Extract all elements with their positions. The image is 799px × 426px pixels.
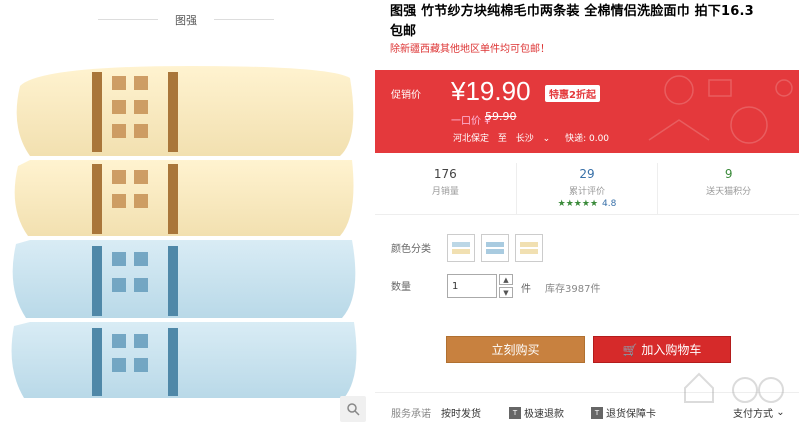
stat-points: 9 送天猫积分 — [657, 163, 799, 214]
price-panel: 促销价 ¥19.90 特惠2折起 一口价 ¥ 59.90 河北保定 至 长沙 ⌄… — [375, 70, 799, 153]
quantity-decrease-button[interactable]: ▼ — [499, 287, 513, 298]
stat-reviews[interactable]: 29 累计评价 ★★★★★ 4.8 — [515, 163, 658, 214]
color-label: 颜色分类 — [391, 244, 431, 255]
color-swatches — [447, 234, 543, 262]
current-price: ¥19.90 — [451, 76, 531, 106]
quantity-unit: 件 — [521, 284, 531, 295]
watermark-logo — [684, 372, 784, 403]
sales-stats: 176 月销量 29 累计评价 ★★★★★ 4.8 9 送天猫积分 — [375, 163, 799, 215]
stat-monthly-sales: 176 月销量 — [431, 167, 459, 197]
chevron-down-icon: ▼ — [503, 288, 509, 297]
ship-to-label: 至 — [497, 134, 507, 144]
chevron-down-icon: ⌄ — [542, 134, 551, 144]
product-gallery: 图强 — [0, 0, 372, 426]
product-title-line2: 包邮 — [390, 24, 417, 39]
ship-from: 河北保定 — [453, 134, 490, 144]
product-title: 图强 竹节纱方块纯棉毛巾两条装 全棉情侣洗脸面巾 拍下16.3 — [390, 4, 754, 19]
color-swatch-3[interactable] — [515, 234, 543, 262]
service-fast-refund[interactable]: T 极速退款 — [509, 405, 564, 420]
badge-icon: T — [591, 406, 603, 419]
decoration-pattern — [648, 75, 793, 144]
brand-caption: 图强 — [0, 12, 372, 28]
product-subtitle: 除新疆西藏其他地区单件均可包邮！ — [390, 44, 550, 55]
towel-thumb-icon — [452, 242, 470, 254]
quantity-input[interactable]: 1 — [447, 274, 497, 298]
quantity-label: 数量 — [391, 282, 411, 293]
service-return-card[interactable]: T 退货保障卡 — [591, 405, 656, 420]
quantity-increase-button[interactable]: ▲ — [499, 274, 513, 285]
cart-icon: 🛒 — [622, 343, 638, 357]
color-swatch-2[interactable] — [481, 234, 509, 262]
chevron-up-icon: ▲ — [503, 275, 509, 284]
product-image[interactable] — [0, 38, 372, 426]
rating-stars: ★★★★★ 4.8 — [557, 199, 617, 209]
badge-icon: T — [509, 406, 521, 419]
zoom-button[interactable] — [340, 396, 366, 422]
towel-thumb-icon — [520, 242, 538, 254]
magnifier-icon — [347, 403, 360, 416]
ship-to-select[interactable]: 长沙 ⌄ — [516, 134, 556, 144]
buy-now-button[interactable]: 立刻购买 — [446, 336, 585, 363]
color-swatch-1[interactable] — [447, 234, 475, 262]
original-price: 59.90 — [485, 110, 517, 123]
promo-badge: 特惠2折起 — [545, 85, 600, 102]
towel-thumb-icon — [486, 242, 504, 254]
promo-price-label: 促销价 — [391, 90, 421, 101]
ship-fee: 快递: 0.00 — [565, 134, 610, 144]
service-on-time[interactable]: 按时发货 — [441, 405, 481, 420]
shipping-line: 河北保定 至 长沙 ⌄ 快递: 0.00 — [453, 131, 615, 144]
stock-count: 库存3987件 — [545, 284, 601, 295]
product-info: 图强 竹节纱方块纯棉毛巾两条装 全棉情侣洗脸面巾 拍下16.3 包邮 除新疆西藏… — [375, 0, 799, 426]
service-label: 服务承诺 — [391, 409, 431, 420]
